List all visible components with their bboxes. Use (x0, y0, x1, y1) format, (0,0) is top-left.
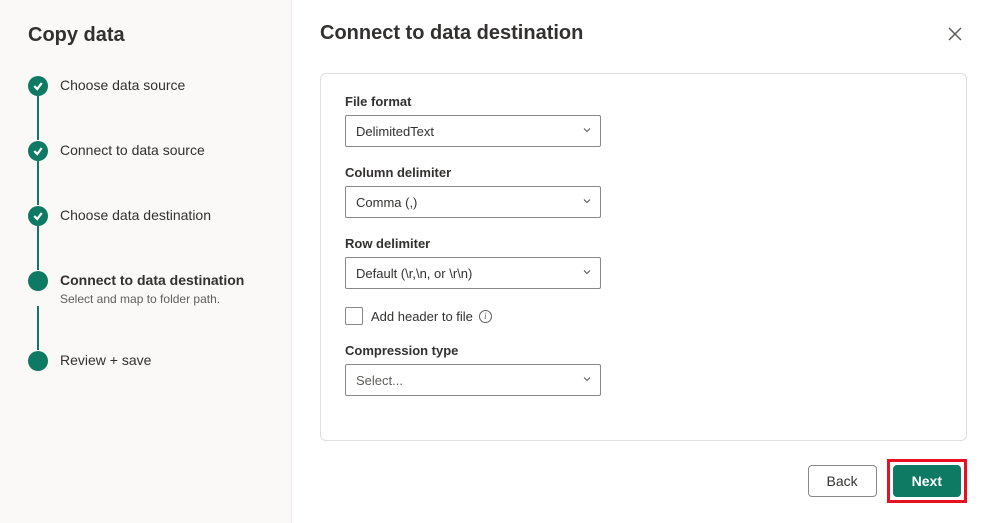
step-connect-data-source[interactable]: Connect to data source (28, 140, 271, 161)
compression-type-label: Compression type (345, 343, 942, 358)
info-icon[interactable]: i (479, 310, 492, 323)
page-title: Connect to data destination (320, 22, 583, 45)
step-connect-data-destination[interactable]: Connect to data destination Select and m… (28, 270, 271, 306)
step-label: Choose data destination (60, 205, 211, 223)
step-review-save[interactable]: Review + save (28, 350, 271, 371)
row-delimiter-select[interactable]: Default (\r,\n, or \r\n) (345, 257, 601, 289)
back-button[interactable]: Back (808, 465, 877, 497)
field-add-header: Add header to file i (345, 307, 942, 325)
upcoming-step-icon (28, 351, 48, 371)
compression-type-select[interactable]: Select... (345, 364, 601, 396)
wizard-footer: Back Next (320, 459, 967, 503)
step-label: Review + save (60, 350, 151, 368)
file-format-select[interactable]: DelimitedText (345, 115, 601, 147)
check-icon (28, 76, 48, 96)
field-compression-type: Compression type Select... (345, 343, 942, 396)
column-delimiter-select[interactable]: Comma (,) (345, 186, 601, 218)
add-header-checkbox[interactable] (345, 307, 363, 325)
field-row-delimiter: Row delimiter Default (\r,\n, or \r\n) (345, 236, 942, 289)
field-column-delimiter: Column delimiter Comma (,) (345, 165, 942, 218)
current-step-icon (28, 271, 48, 291)
step-connector (37, 226, 39, 270)
check-icon (28, 141, 48, 161)
step-label: Connect to data destination (60, 270, 244, 288)
step-connector (37, 161, 39, 205)
add-header-label: Add header to file (371, 309, 473, 324)
column-delimiter-label: Column delimiter (345, 165, 942, 180)
close-icon (947, 30, 963, 45)
wizard-steps: Choose data source Connect to data sourc… (28, 75, 271, 371)
step-label: Connect to data source (60, 140, 205, 158)
form-card: File format DelimitedText Column delimit… (320, 73, 967, 441)
step-label: Choose data source (60, 75, 185, 93)
main-panel: Connect to data destination File format … (292, 0, 995, 523)
step-choose-data-destination[interactable]: Choose data destination (28, 205, 271, 226)
step-sublabel: Select and map to folder path. (60, 292, 244, 306)
step-connector (37, 306, 39, 350)
highlight-annotation: Next (887, 459, 967, 503)
sidebar-title: Copy data (28, 24, 271, 47)
field-file-format: File format DelimitedText (345, 94, 942, 147)
row-delimiter-label: Row delimiter (345, 236, 942, 251)
file-format-label: File format (345, 94, 942, 109)
wizard-sidebar: Copy data Choose data source Connect to … (0, 0, 292, 523)
step-choose-data-source[interactable]: Choose data source (28, 75, 271, 96)
close-button[interactable] (943, 22, 967, 49)
main-header: Connect to data destination (320, 22, 967, 49)
step-connector (37, 96, 39, 140)
check-icon (28, 206, 48, 226)
next-button[interactable]: Next (893, 465, 961, 497)
